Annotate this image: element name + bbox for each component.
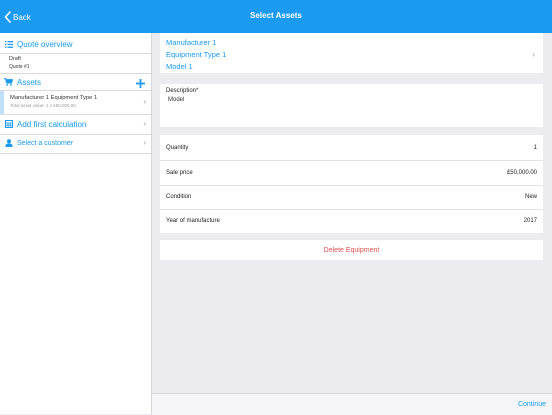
selection-indicator [0,91,4,114]
year-value: 2017 [523,218,537,224]
asset-item-title: Manufacturer 1 Equipment Type 1 [10,95,98,101]
asset-selection-card[interactable]: Manufacturer 1 Equipment Type 1 Model 1 … [160,33,543,73]
quote-number: Quote #1 [9,64,30,70]
chevron-right-icon: › [143,119,146,128]
bottom-toolbar: Continue [152,393,552,415]
description-card: Description* Model [160,84,543,127]
asset-item-subtitle: Total asset value: 1 x £50,000.00 [10,103,76,108]
page-title: Select Assets [250,11,302,20]
add-calculation-label: Add first calculation [17,119,87,129]
description-label: Description* [166,88,199,94]
sidebar: Quote overview Draft Quote #1 Assets Man… [0,33,152,414]
divider [0,153,151,154]
description-field[interactable]: Model [166,97,536,121]
year-label: Year of manufacture [166,218,220,224]
condition-value: New [524,194,537,200]
quote-overview-label: Quote overview [17,39,73,49]
chevron-right-icon: › [143,138,146,147]
cart-icon [4,78,13,87]
sale-price-row[interactable]: Sale price £50,000.00 [160,161,543,185]
list-icon [4,40,13,49]
select-customer-item[interactable]: Select a customer › [0,137,151,149]
quote-status: Draft [9,56,21,62]
continue-button[interactable]: Continue [518,401,546,408]
add-asset-button[interactable] [136,75,145,88]
divider [0,53,151,54]
quote-overview-item[interactable]: Quote overview [0,38,151,50]
condition-label: Condition [166,194,192,200]
assets-label: Assets [17,77,42,87]
plus-icon [136,79,145,88]
chevron-right-icon: › [532,50,535,59]
quantity-value: 1 [533,145,537,151]
delete-equipment-label: Delete Equipment [323,246,380,254]
asset-list-item[interactable]: Manufacturer 1 Equipment Type 1 Total as… [0,91,151,114]
divider [0,134,151,135]
sale-price-label: Sale price [166,170,193,176]
user-icon [4,139,13,148]
quantity-label: Quantity [166,145,189,151]
divider [0,73,151,74]
model-label: Model 1 [166,62,193,71]
equipment-type-label: Equipment Type 1 [166,50,227,59]
divider [0,114,151,115]
navigation-bar: Back Select Assets [0,0,552,33]
delete-equipment-button[interactable]: Delete Equipment [160,240,543,260]
manufacturer-label: Manufacturer 1 [166,38,217,47]
chevron-right-icon: › [143,97,146,106]
quantity-row[interactable]: Quantity 1 [160,136,543,160]
main-content: Manufacturer 1 Equipment Type 1 Model 1 … [152,33,552,414]
select-customer-label: Select a customer [17,139,74,147]
add-calculation-item[interactable]: Add first calculation › [0,118,151,130]
sale-price-value: £50,000.00 [506,170,537,176]
year-of-manufacture-row[interactable]: Year of manufacture 2017 [160,209,543,233]
calculator-icon [4,120,13,129]
assets-header: Assets [0,76,151,88]
condition-row[interactable]: Condition New [160,185,543,209]
details-card: Quantity 1 Sale price £50,000.00 Conditi… [160,135,543,233]
